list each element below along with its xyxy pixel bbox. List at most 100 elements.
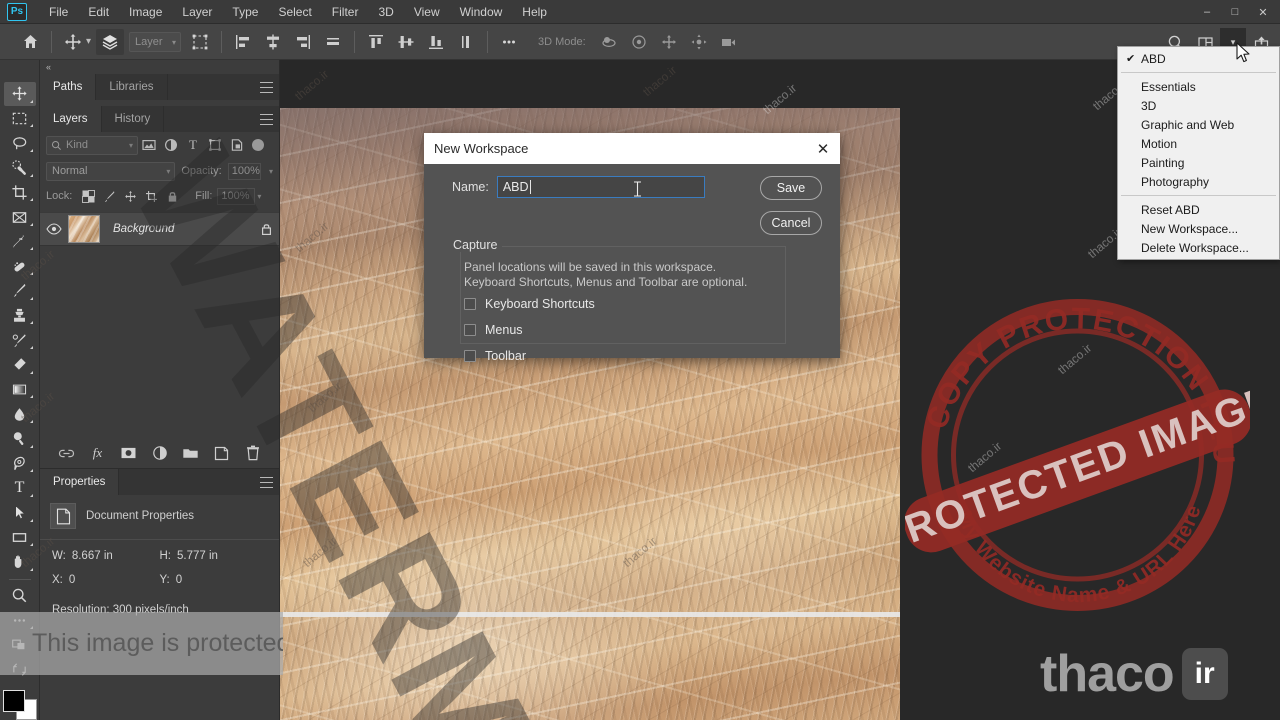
menu-item-filter[interactable]: Filter [322, 3, 369, 21]
menu-item-view[interactable]: View [404, 3, 450, 21]
lasso-tool[interactable] [4, 131, 36, 155]
screen-mode-icon[interactable] [4, 658, 36, 682]
distribute-horizontally-icon[interactable] [319, 29, 347, 55]
ellipsis-icon[interactable] [495, 29, 523, 55]
opacity-stepper-icon[interactable]: ▾ [269, 167, 273, 176]
menu-item-window[interactable]: Window [450, 3, 513, 21]
minimize-icon[interactable]: – [1194, 2, 1220, 22]
table-row[interactable]: Background [40, 212, 279, 246]
move-tool-icon[interactable] [59, 29, 87, 55]
layer-style-fx-icon[interactable]: fx [89, 444, 107, 462]
align-vertical-centers-icon[interactable] [392, 29, 420, 55]
blend-mode-select[interactable]: Normal ▾ [46, 161, 176, 181]
fill-input[interactable]: 100% [217, 187, 256, 205]
menu-item-3d[interactable]: 3D [368, 3, 403, 21]
close-icon[interactable]: ✕ [814, 140, 832, 158]
path-selection-tool[interactable] [4, 501, 36, 525]
workspace-menu-item-reset-abd[interactable]: Reset ABD [1118, 200, 1279, 219]
panel-menu-icon[interactable] [260, 114, 273, 125]
layer-filter-kind-select[interactable]: Kind ▾ [46, 135, 138, 155]
new-workspace-dialog[interactable]: New Workspace ✕ Name: ABD Capture Panel … [424, 133, 840, 363]
checkbox-keyboard-shortcuts[interactable]: Keyboard Shortcuts [464, 297, 595, 311]
filter-toggle-icon[interactable] [252, 139, 264, 151]
camera-3d-icon[interactable] [715, 29, 743, 55]
type-layer-filter-icon[interactable]: T [182, 135, 204, 155]
panel-menu-icon[interactable] [260, 477, 273, 488]
adjustment-layer-filter-icon[interactable] [160, 135, 182, 155]
lock-icon[interactable] [253, 222, 279, 236]
brush-tool[interactable] [4, 279, 36, 303]
history-brush-tool[interactable] [4, 328, 36, 352]
checkbox-box[interactable] [464, 350, 476, 362]
tab-paths[interactable]: Paths [40, 74, 97, 100]
workspace-menu-item-delete-workspace[interactable]: Delete Workspace... [1118, 238, 1279, 257]
shape-layer-filter-icon[interactable] [204, 135, 226, 155]
move-tool[interactable] [3, 82, 36, 106]
crop-tool[interactable] [4, 181, 36, 205]
close-window-icon[interactable]: ✕ [1250, 2, 1276, 22]
slide-3d-icon[interactable] [685, 29, 713, 55]
lock-position-icon[interactable] [120, 186, 141, 206]
frame-tool[interactable] [4, 205, 36, 229]
new-group-icon[interactable] [182, 444, 200, 462]
menu-item-layer[interactable]: Layer [172, 3, 222, 21]
align-right-edges-icon[interactable] [289, 29, 317, 55]
workspace-menu-item-graphic-and-web[interactable]: Graphic and Web [1118, 115, 1279, 134]
show-transform-controls-icon[interactable] [186, 29, 214, 55]
color-swatches[interactable] [2, 690, 37, 720]
add-layer-mask-icon[interactable] [120, 444, 138, 462]
menu-item-type[interactable]: Type [222, 3, 268, 21]
collapse-panels-icon[interactable]: « [40, 60, 279, 74]
pan-3d-icon[interactable] [655, 29, 683, 55]
clone-stamp-tool[interactable] [4, 304, 36, 328]
eyedropper-tool[interactable] [4, 230, 36, 254]
horizontal-type-tool[interactable]: T [4, 476, 36, 500]
pixel-layer-filter-icon[interactable] [138, 135, 160, 155]
delete-layer-icon[interactable] [244, 444, 262, 462]
workspace-menu-item-photography[interactable]: Photography [1118, 172, 1279, 191]
panel-menu-icon[interactable] [260, 82, 273, 93]
checkbox-box[interactable] [464, 298, 476, 310]
workspace-menu-item-essentials[interactable]: Essentials [1118, 77, 1279, 96]
align-horizontal-centers-icon[interactable] [259, 29, 287, 55]
hand-tool[interactable] [4, 550, 36, 574]
orbit-3d-icon[interactable] [595, 29, 623, 55]
edit-toolbar-tool[interactable] [4, 608, 36, 632]
menu-item-select[interactable]: Select [268, 3, 321, 21]
link-layers-icon[interactable] [58, 444, 76, 462]
tab-libraries[interactable]: Libraries [96, 74, 168, 100]
menu-item-image[interactable]: Image [119, 3, 172, 21]
workspace-menu-item-painting[interactable]: Painting [1118, 153, 1279, 172]
auto-select-layers-stack-icon[interactable] [96, 28, 125, 55]
checkbox-box[interactable] [464, 324, 476, 336]
gradient-tool[interactable] [4, 378, 36, 402]
workspace-menu-item-abd[interactable]: ✔ ABD [1118, 49, 1279, 68]
tab-history[interactable]: History [101, 106, 165, 132]
roll-3d-icon[interactable] [625, 29, 653, 55]
home-icon[interactable] [16, 29, 44, 55]
quick-selection-tool[interactable] [4, 156, 36, 180]
checkbox-toolbar[interactable]: Toolbar [464, 349, 526, 363]
smart-object-filter-icon[interactable] [226, 135, 248, 155]
maximize-icon[interactable]: □ [1222, 2, 1248, 22]
pen-tool[interactable] [4, 452, 36, 476]
workspace-menu-item-motion[interactable]: Motion [1118, 134, 1279, 153]
tab-layers[interactable]: Layers [40, 106, 102, 132]
new-layer-icon[interactable] [213, 444, 231, 462]
align-left-edges-icon[interactable] [229, 29, 257, 55]
align-top-edges-icon[interactable] [362, 29, 390, 55]
fill-stepper-icon[interactable]: ▾ [257, 192, 261, 201]
dodge-tool[interactable] [4, 427, 36, 451]
blur-tool[interactable] [4, 402, 36, 426]
opacity-input[interactable]: 100% [227, 162, 261, 180]
quick-mask-icon[interactable] [4, 633, 36, 657]
workspace-menu-item-new-workspace[interactable]: New Workspace... [1118, 219, 1279, 238]
menu-item-help[interactable]: Help [512, 3, 557, 21]
save-button[interactable]: Save [760, 176, 822, 200]
lock-image-pixels-icon[interactable] [99, 186, 120, 206]
workspace-menu-item-3d[interactable]: 3D [1118, 96, 1279, 115]
align-bottom-edges-icon[interactable] [422, 29, 450, 55]
lock-transparent-pixels-icon[interactable] [78, 186, 99, 206]
rectangle-tool[interactable] [4, 526, 36, 550]
workspace-name-input[interactable]: ABD [496, 176, 705, 198]
